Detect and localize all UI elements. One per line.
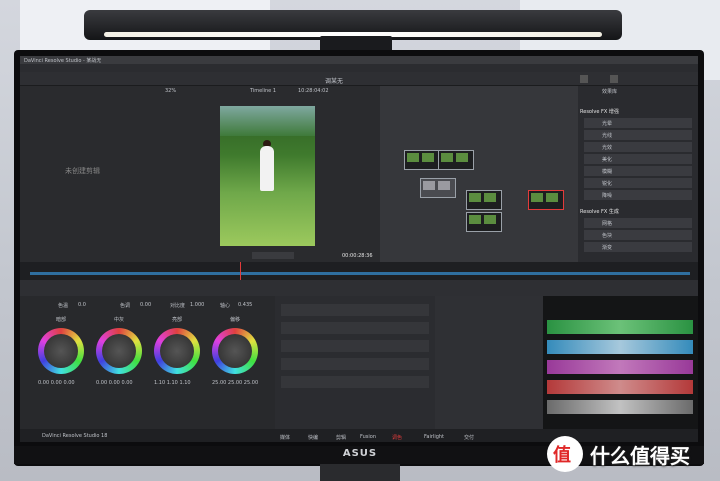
gamma-values[interactable]: 0.00 0.00 0.00: [96, 380, 133, 386]
video-background-trees: [220, 106, 315, 136]
fx-item[interactable]: 光效: [584, 142, 692, 152]
pivot-value[interactable]: 0.435: [238, 302, 252, 308]
fx-item[interactable]: 模糊: [584, 166, 692, 176]
page-tab[interactable]: 媒体: [280, 434, 290, 441]
gain-values[interactable]: 1.10 1.10 1.10: [154, 380, 191, 386]
fx-item[interactable]: 降噪: [584, 190, 692, 200]
monitor-screen: DaVinci Resolve Studio - 某战无 调某无 未创建剪辑 3…: [20, 56, 698, 442]
effects-library: 效果库 Resolve FX 增强 光晕 光线 光效 美化 模糊 锐化 降噪 R…: [578, 86, 698, 262]
watermark-text: 什么值得买: [590, 444, 690, 468]
scope-trace-magenta: [547, 360, 693, 374]
temp-label: 色温: [58, 303, 69, 309]
fx-section-generate: Resolve FX 生成: [580, 209, 619, 215]
toolbar: 调某无: [20, 72, 698, 86]
tint-label: 色调: [120, 303, 131, 309]
page-tab[interactable]: 交付: [464, 434, 474, 441]
node-1[interactable]: [404, 150, 440, 170]
grid-icon[interactable]: [610, 75, 618, 83]
curve-row[interactable]: [281, 376, 429, 388]
scope-trace-luma: [547, 400, 693, 414]
lift-values[interactable]: 0.00 0.00 0.00: [38, 380, 75, 386]
fx-item[interactable]: 美化: [584, 154, 692, 164]
mini-timeline[interactable]: [20, 262, 698, 280]
timeline-name[interactable]: Timeline 1: [250, 88, 276, 94]
brand-label: DaVinci Resolve Studio 18: [42, 433, 108, 439]
temp-value[interactable]: 0.0: [78, 302, 86, 308]
page-tab[interactable]: Fusion: [360, 434, 376, 440]
viewer-pane: 未创建剪辑 32% Timeline 1 10:28:04:02 00:00:2…: [20, 86, 380, 262]
curve-row[interactable]: [281, 322, 429, 334]
clip-label: 未创建剪辑: [65, 167, 100, 175]
golfer-figure: [260, 146, 274, 191]
settings-icon[interactable]: [580, 75, 588, 83]
fx-item[interactable]: 网格: [584, 218, 692, 228]
node-output[interactable]: [528, 190, 564, 210]
timecode-viewer: 00:00:28:36: [342, 253, 373, 259]
curve-row[interactable]: [281, 340, 429, 352]
gain-wheel[interactable]: [154, 328, 200, 374]
menu-bar[interactable]: [20, 64, 698, 72]
curve-row[interactable]: [281, 358, 429, 370]
fx-item[interactable]: 锐化: [584, 178, 692, 188]
window-title: DaVinci Resolve Studio - 某战无: [24, 58, 102, 64]
node-3[interactable]: [420, 178, 456, 198]
project-title: 调某无: [325, 78, 344, 85]
page-tab[interactable]: 剪辑: [336, 434, 346, 441]
page-tab[interactable]: Fairlight: [424, 434, 444, 440]
offset-values[interactable]: 25.00 25.00 25.00: [212, 380, 258, 386]
timeline-track[interactable]: [30, 272, 690, 275]
color-wheels-panel: 色温 0.0 色调 0.00 对比度 1.000 轴心 0.435 暗部 中灰 …: [20, 296, 275, 429]
contrast-label: 对比度: [170, 303, 186, 309]
fx-item[interactable]: 渐变: [584, 242, 692, 252]
waveform-scope: [543, 296, 698, 429]
lift-wheel[interactable]: [38, 328, 84, 374]
node-editor[interactable]: [380, 86, 578, 262]
offset-wheel[interactable]: [212, 328, 258, 374]
fx-item[interactable]: 光晕: [584, 118, 692, 128]
wheel-label-gamma: 中灰: [114, 317, 125, 323]
scope-trace-blue: [547, 340, 693, 354]
monitor-logo: ASUS: [342, 448, 378, 459]
zoom-level[interactable]: 32%: [165, 88, 176, 94]
playhead[interactable]: [240, 262, 241, 280]
scope-trace-red: [547, 380, 693, 394]
node-4[interactable]: [466, 190, 502, 210]
fx-item[interactable]: 色块: [584, 230, 692, 240]
transport-controls[interactable]: [252, 252, 294, 259]
contrast-value[interactable]: 1.000: [190, 302, 204, 308]
curves-panel: [275, 296, 435, 429]
effects-header: 效果库: [602, 89, 618, 95]
page-tab[interactable]: 快编: [308, 434, 318, 441]
gamma-wheel[interactable]: [96, 328, 142, 374]
color-tools-bar[interactable]: [20, 280, 698, 296]
scope-trace-green: [547, 320, 693, 334]
wheel-label-gain: 亮部: [172, 317, 183, 323]
tint-value[interactable]: 0.00: [140, 302, 151, 308]
wheel-label-lift: 暗部: [56, 317, 67, 323]
node-2[interactable]: [438, 150, 474, 170]
monitor-stand: [320, 464, 400, 481]
pivot-label: 轴心: [220, 303, 231, 309]
wheel-label-offset: 偏移: [230, 317, 241, 323]
page-tab-active[interactable]: 调色: [392, 434, 402, 441]
title-bar: DaVinci Resolve Studio - 某战无: [20, 56, 698, 64]
timecode-top: 10:28:04:02: [298, 88, 329, 94]
watermark-icon: 值: [547, 436, 583, 472]
fx-section-enhance: Resolve FX 增强: [580, 109, 619, 115]
fx-item[interactable]: 光线: [584, 130, 692, 140]
key-panel: [435, 296, 543, 429]
curve-row[interactable]: [281, 304, 429, 316]
node-5[interactable]: [466, 212, 502, 232]
